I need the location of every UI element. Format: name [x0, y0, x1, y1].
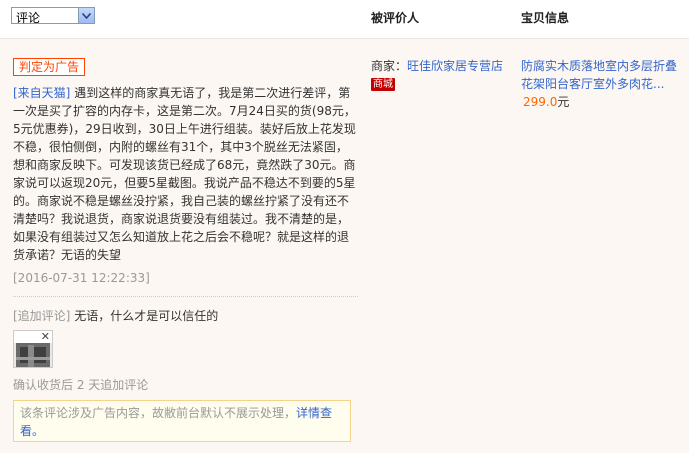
close-icon[interactable]: ✕: [41, 331, 50, 343]
ad-badge: 判定为广告: [13, 58, 86, 76]
append-review: [追加评论] 无语，什么才是可以信任的: [13, 307, 358, 325]
review-text: [来自天猫] 遇到这样的商家真无语了，我是第二次进行差评，第一次是买了扩容的内存…: [13, 84, 358, 264]
filter-select[interactable]: 评论: [11, 7, 95, 25]
column-title-reviewee: 被评价人: [371, 11, 420, 25]
filter-select-value: 评论: [16, 11, 41, 25]
mall-badge: 商城: [371, 78, 395, 91]
append-text: 无语，什么才是可以信任的: [74, 309, 219, 323]
item-title-link[interactable]: 防腐实木质落地室内多层折叠花架阳台客厅室外多肉花...: [521, 59, 677, 91]
seller-info: 商家：旺佳欣家居专营店 商城: [371, 57, 511, 93]
review-row: 判定为广告 [来自天猫] 遇到这样的商家真无语了，我是第二次进行差评，第一次是买…: [0, 39, 689, 453]
source-tag: [来自天猫]: [13, 86, 71, 100]
item-price: 299.0: [523, 95, 558, 109]
notice-text: 该条评论涉及广告内容，故敝前台默认不展示处理，: [20, 406, 297, 420]
chevron-down-icon[interactable]: [78, 8, 94, 23]
review-photo-thumbnail[interactable]: ✕: [13, 330, 53, 368]
seller-name-link[interactable]: 旺佳欣家居专营店: [407, 59, 503, 73]
table-header: 评论 被评价人 宝贝信息: [0, 0, 689, 39]
append-days-note: 确认收货后 2 天追加评论: [13, 378, 149, 392]
review-timestamp: [2016-07-31 12:22:33]: [13, 271, 150, 285]
item-info: 防腐实木质落地室内多层折叠花架阳台客厅室外多肉花... 299.0元: [521, 57, 681, 111]
append-tag: [追加评论]: [13, 309, 71, 323]
review-time-line: [2016-07-31 12:22:33]: [13, 269, 358, 287]
column-title-item-info: 宝贝信息: [521, 11, 570, 25]
price-unit: 元: [557, 95, 570, 109]
divider: [13, 296, 358, 298]
seller-label: 商家：: [371, 59, 408, 73]
ad-notice-box: 该条评论涉及广告内容，故敝前台默认不展示处理，详情查看。: [13, 400, 351, 442]
review-body: 遇到这样的商家真无语了，我是第二次进行差评，第一次是买了扩容的内存卡，这是第二次…: [13, 86, 356, 262]
